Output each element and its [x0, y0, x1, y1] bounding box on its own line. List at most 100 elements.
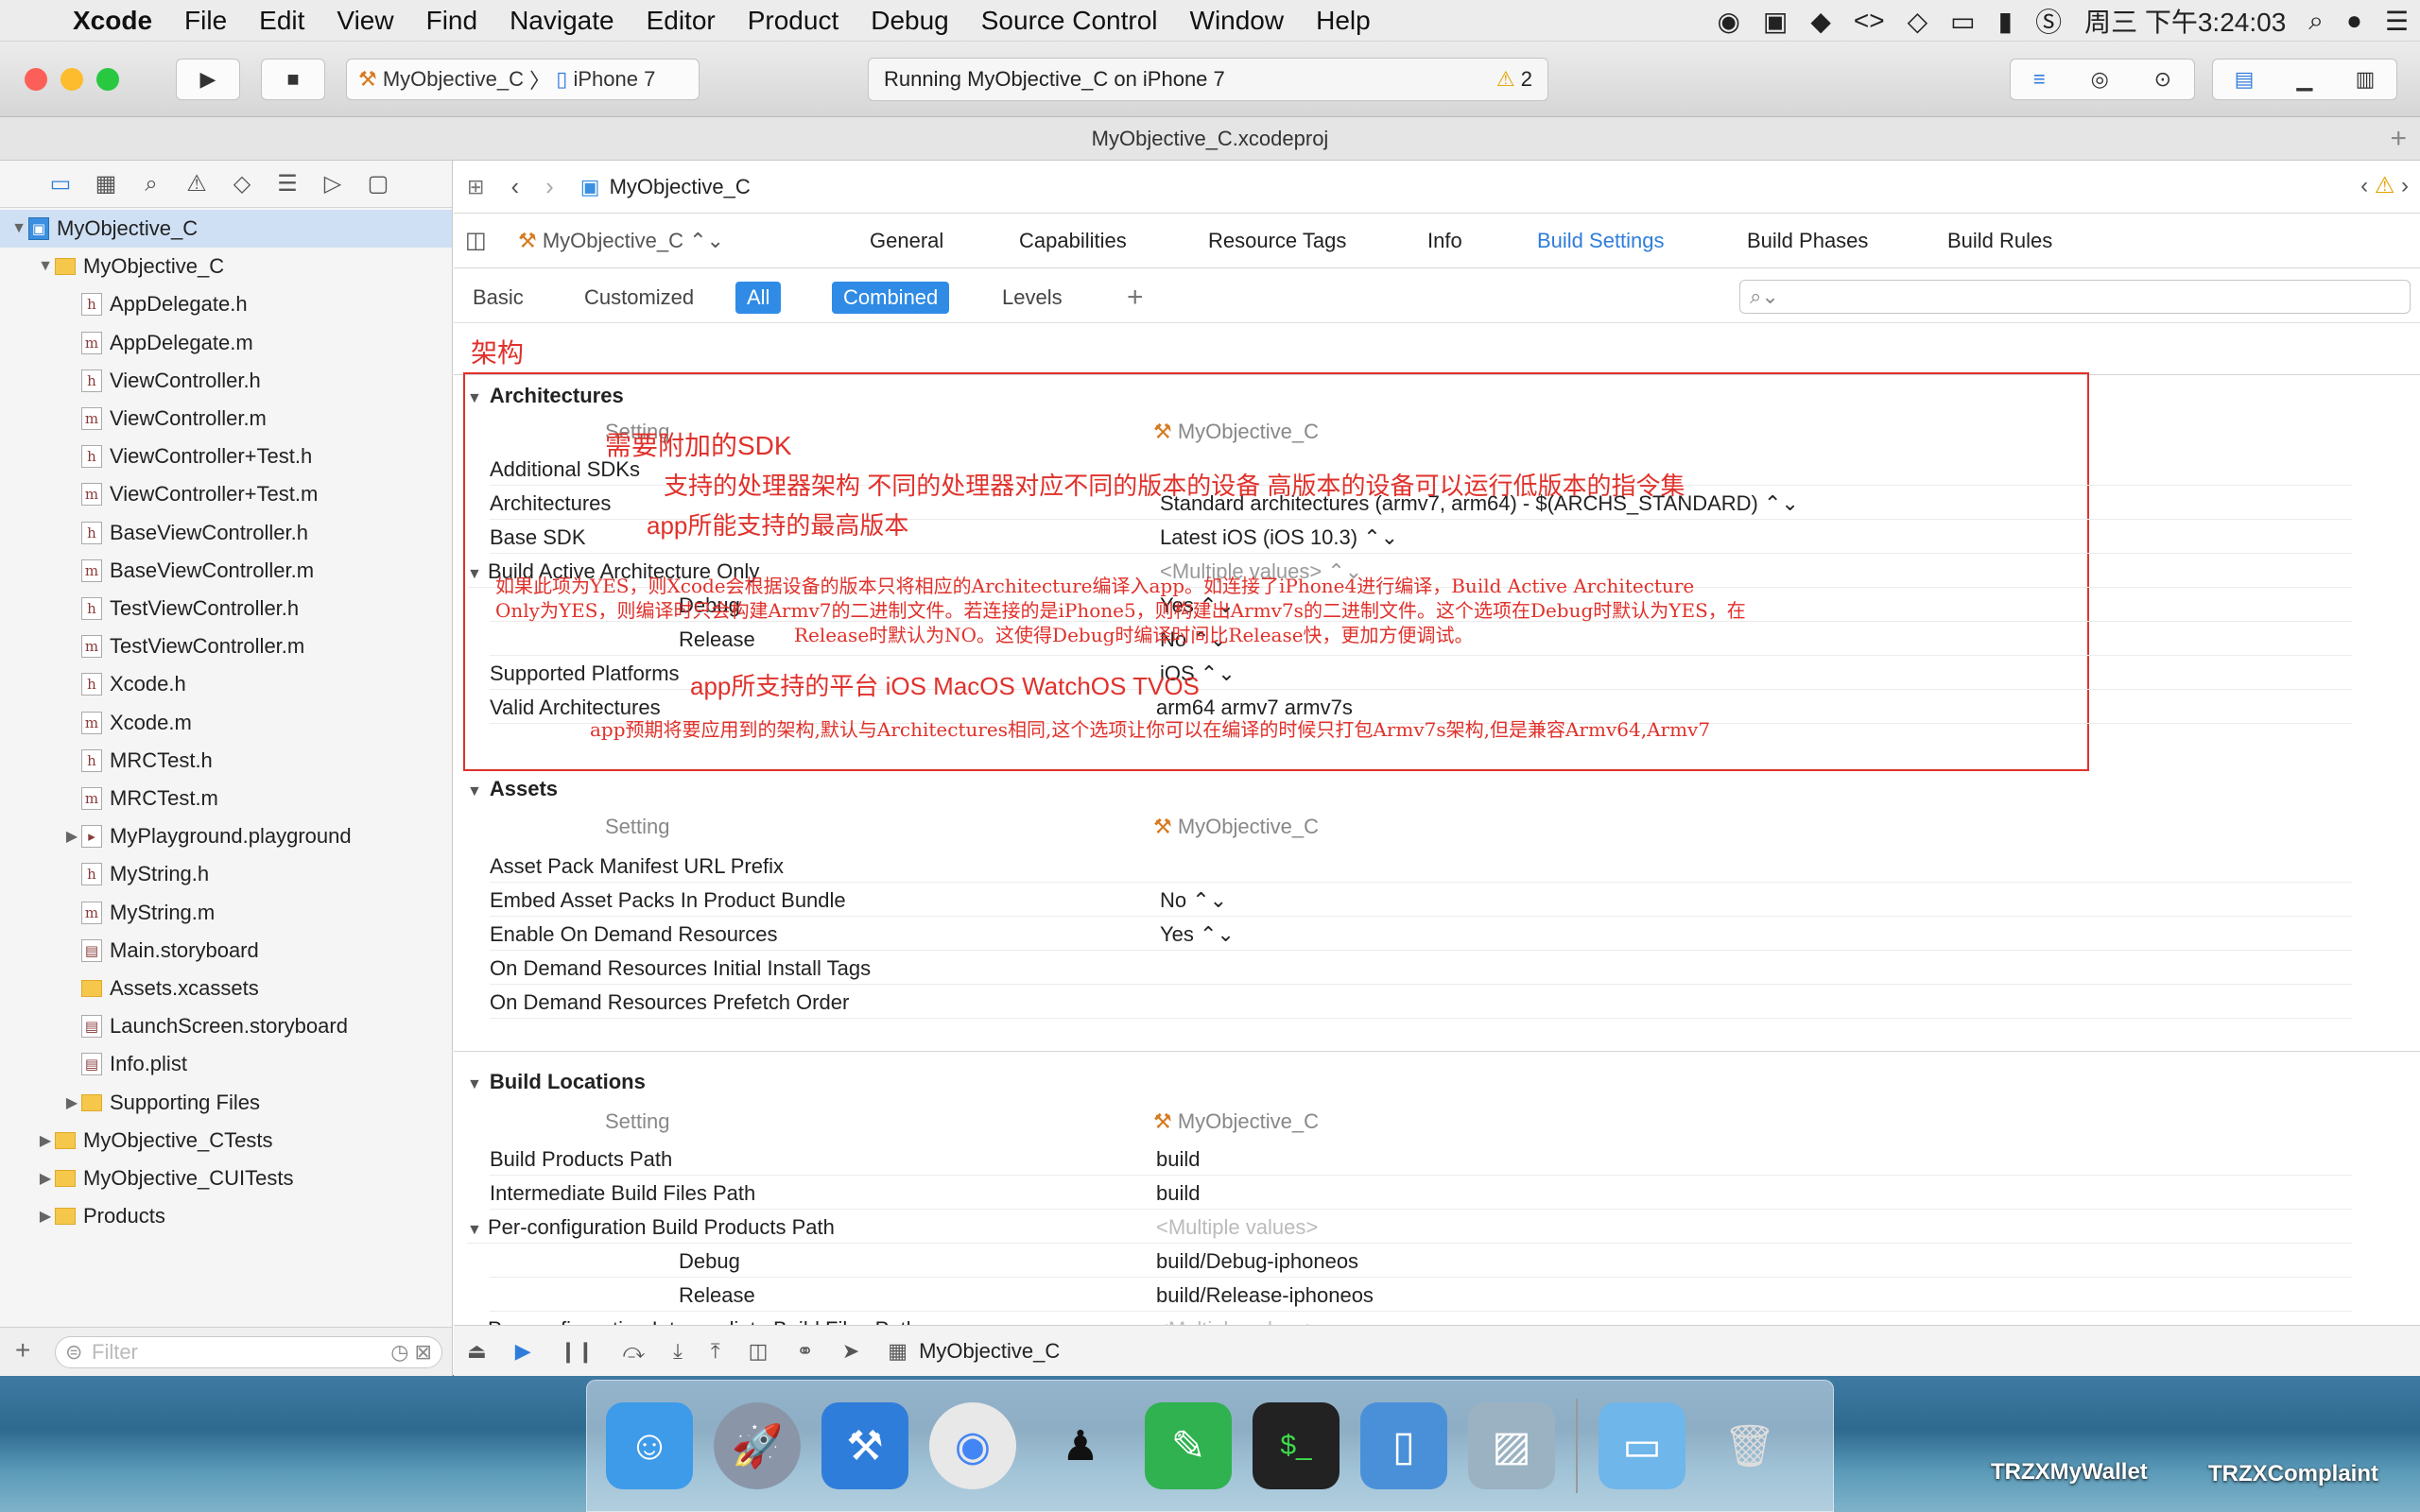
project-navigator-icon[interactable]: ▭ — [47, 170, 74, 198]
related-items-icon[interactable]: ⊞ — [467, 175, 484, 199]
menu-edit[interactable]: Edit — [243, 6, 320, 36]
navigator-item[interactable]: m AppDelegate.m — [0, 324, 452, 362]
setting-row[interactable]: Enable On Demand Resources Yes ⌃⌄ — [490, 917, 2352, 951]
spotlight-icon[interactable]: ⌕ — [2297, 6, 2335, 37]
finder-icon[interactable]: ☺ — [606, 1402, 693, 1489]
hide-debug-area-icon[interactable]: ⏏ — [467, 1339, 487, 1364]
setting-row[interactable]: Intermediate Build Files Path build — [490, 1176, 2352, 1210]
code-icon[interactable]: <> — [1842, 6, 1896, 36]
target-selector[interactable]: ⚒ MyObjective_C ⌃⌄ — [518, 229, 724, 253]
setting-row[interactable]: Embed Asset Packs In Product Bundle No ⌃⌄ — [490, 883, 2352, 917]
filter-basic[interactable]: Basic — [461, 282, 535, 314]
terminal-icon[interactable]: $_ — [1253, 1402, 1340, 1489]
battery-icon[interactable]: ▮ — [1987, 6, 2024, 37]
navigator-item[interactable]: h Xcode.h — [0, 665, 452, 703]
filter-levels[interactable]: Levels — [991, 282, 1074, 314]
navigator-item[interactable]: ▼ MyObjective_C — [0, 248, 452, 285]
tab-build-rules[interactable]: Build Rules — [1947, 229, 2052, 253]
navigator-item[interactable]: h MRCTest.h — [0, 742, 452, 780]
disclosure-triangle-icon[interactable]: ▼ — [467, 1222, 482, 1238]
navigator-item[interactable]: h MyString.h — [0, 855, 452, 893]
utilities-toggle-icon[interactable]: ▥ — [2356, 67, 2376, 92]
navigator-item[interactable]: ▶ Products — [0, 1197, 452, 1235]
back-icon[interactable]: ‹ — [510, 172, 519, 201]
menu-source-control[interactable]: Source Control — [965, 6, 1174, 36]
menu-help[interactable]: Help — [1300, 6, 1387, 36]
pause-icon[interactable]: ❙❙ — [560, 1339, 595, 1364]
tab-build-phases[interactable]: Build Phases — [1747, 229, 1868, 253]
add-setting-icon[interactable]: + — [1115, 282, 1155, 314]
hide-targets-icon[interactable]: ◫ — [465, 227, 487, 254]
display-icon[interactable]: ▣ — [1752, 6, 1799, 37]
tab-resource-tags[interactable]: Resource Tags — [1208, 229, 1346, 253]
navigator-item[interactable]: h AppDelegate.h — [0, 285, 452, 323]
xcode-icon[interactable]: ⚒ — [821, 1402, 908, 1489]
step-into-icon[interactable]: ⤓ — [673, 1339, 683, 1364]
setting-row[interactable]: Release build/Release-iphoneos — [490, 1278, 2352, 1312]
navigator-item[interactable]: m TestViewController.m — [0, 627, 452, 665]
menu-debug[interactable]: Debug — [855, 6, 965, 36]
breakpoint-navigator-icon[interactable]: ▷ — [320, 170, 346, 198]
menu-file[interactable]: File — [168, 6, 243, 36]
setting-row[interactable]: Asset Pack Manifest URL Prefix — [490, 849, 2352, 883]
setting-value[interactable]: build/Release-iphoneos — [1156, 1283, 1374, 1308]
navigator-item[interactable]: m Xcode.m — [0, 704, 452, 742]
setting-row[interactable]: ▼ Per-configuration Intermediate Build F… — [467, 1312, 2352, 1325]
section-architectures[interactable]: ▼ Architectures — [467, 384, 624, 408]
jump-bar-file[interactable]: MyObjective_C — [610, 175, 751, 199]
disclosure-triangle-icon[interactable]: ▼ — [36, 258, 55, 275]
debug-area-toggle-icon[interactable]: ▁ — [2297, 67, 2313, 92]
navigator-item[interactable]: ▼ ▣ MyObjective_C — [0, 210, 452, 248]
menu-editor[interactable]: Editor — [631, 6, 732, 36]
navigator-item[interactable]: h ViewController.h — [0, 362, 452, 400]
setting-row[interactable]: Debug build/Debug-iphoneos — [490, 1244, 2352, 1278]
symbol-navigator-icon[interactable]: ▦ — [93, 170, 119, 198]
evernote-app-icon[interactable]: ✎ — [1145, 1402, 1232, 1489]
disclosure-triangle-icon[interactable]: ▼ — [467, 390, 482, 406]
setting-value[interactable]: Yes ⌃⌄ — [1160, 922, 1235, 947]
setting-row[interactable]: On Demand Resources Initial Install Tags — [490, 951, 2352, 985]
navigator-item[interactable]: m MRCTest.m — [0, 780, 452, 817]
section-assets[interactable]: ▼ Assets — [467, 777, 558, 801]
process-icon[interactable]: ▦ — [888, 1339, 908, 1364]
menu-xcode[interactable]: Xcode — [57, 6, 168, 36]
setting-row[interactable]: ▼ Per-configuration Build Products Path <… — [467, 1210, 2352, 1244]
scheme-selector[interactable]: ⚒ MyObjective_C 〉 ▯ iPhone 7 — [346, 59, 700, 100]
navigator-item[interactable]: ▶ ▸ MyPlayground.playground — [0, 817, 452, 855]
navigator-item[interactable]: ▶ MyObjective_CUITests — [0, 1160, 452, 1197]
evernote-icon[interactable]: ◆ — [1799, 6, 1842, 37]
setting-value[interactable]: Latest iOS (iOS 10.3) ⌃⌄ — [1160, 525, 1398, 550]
trash-icon[interactable]: 🗑 — [1706, 1402, 1793, 1489]
disclosure-triangle-icon[interactable]: ▶ — [36, 1131, 55, 1150]
navigator-item[interactable]: ▤ Main.storyboard — [0, 932, 452, 970]
assistant-editor-icon[interactable]: ◎ — [2091, 67, 2109, 92]
menu-product[interactable]: Product — [732, 6, 856, 36]
setting-value[interactable]: build — [1156, 1181, 1200, 1206]
qq-icon[interactable]: ♟ — [1037, 1402, 1124, 1489]
step-out-icon[interactable]: ⤒ — [711, 1339, 720, 1364]
disclosure-triangle-icon[interactable]: ▼ — [467, 1076, 482, 1092]
siri-icon[interactable]: ● — [2335, 6, 2374, 36]
setting-value[interactable]: build/Debug-iphoneos — [1156, 1249, 1358, 1274]
clock[interactable]: 周三 下午3:24:03 — [2073, 2, 2297, 40]
setting-value[interactable]: build — [1156, 1147, 1200, 1172]
navigator-item[interactable]: m ViewController+Test.m — [0, 475, 452, 513]
minimize-window-button[interactable] — [60, 68, 83, 91]
tab-general[interactable]: General — [870, 229, 943, 253]
location-icon[interactable]: ➤ — [842, 1339, 859, 1364]
preview-icon[interactable]: ▨ — [1468, 1402, 1555, 1489]
setting-row[interactable]: On Demand Resources Prefetch Order — [490, 985, 2352, 1019]
navigator-item[interactable]: ▤ LaunchScreen.storyboard — [0, 1007, 452, 1045]
menu-window[interactable]: Window — [1174, 6, 1301, 36]
tab-info[interactable]: Info — [1427, 229, 1462, 253]
downloads-folder-icon[interactable]: ▭ — [1599, 1402, 1685, 1489]
disclosure-triangle-icon[interactable]: ▶ — [36, 1207, 55, 1226]
issue-navigator-icon[interactable]: ⚠ — [183, 170, 210, 198]
desktop-item-label[interactable]: TRZXComplaint — [2208, 1461, 2378, 1487]
stop-button[interactable]: ■ — [261, 59, 325, 100]
recent-files-icon[interactable]: ◷ ⊠ — [390, 1337, 432, 1367]
section-build-locations[interactable]: ▼ Build Locations — [467, 1070, 646, 1094]
notification-center-icon[interactable]: ☰ — [2374, 6, 2420, 37]
report-navigator-icon[interactable]: ▢ — [365, 170, 391, 198]
close-window-button[interactable] — [25, 68, 47, 91]
